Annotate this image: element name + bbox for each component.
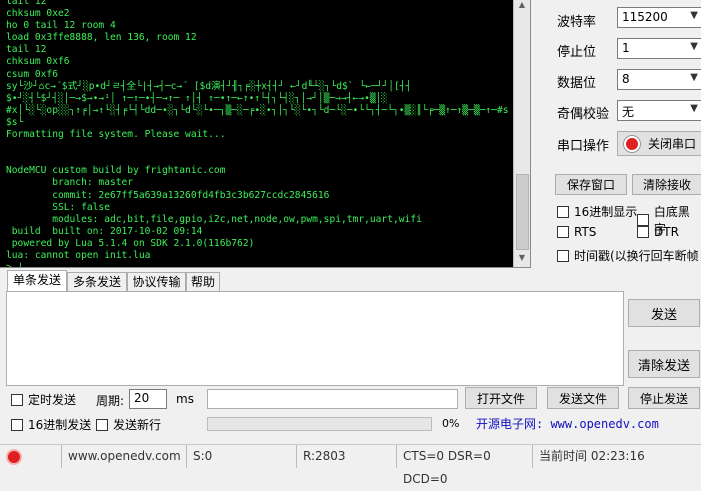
data-bits-select[interactable]: 8 ▼: [617, 69, 701, 90]
send-textarea[interactable]: [6, 291, 624, 386]
terminal-line: tail 12: [6, 0, 47, 7]
save-window-button[interactable]: 保存窗口: [555, 174, 627, 195]
terminal-line: lua: cannot open init.lua: [6, 249, 151, 261]
parity-select[interactable]: 无 ▼: [617, 100, 701, 121]
terminal-output: tail 12 chksum 0xe2 ho 0 tail 12 room 4 loa…: [6, 0, 512, 268]
clear-send-button[interactable]: 清除发送: [628, 350, 700, 378]
stop-bits-label: 停止位: [557, 45, 597, 60]
status-website[interactable]: www.openedv.com: [62, 445, 187, 468]
terminal-line: NodeMCU custom build by frightanic.com: [6, 165, 226, 177]
timed-send-label: 定时发送: [28, 393, 77, 407]
terminal-line: tail 12: [6, 44, 47, 56]
clear-receive-button[interactable]: 清除接收: [632, 174, 701, 195]
chevron-down-icon: ▼: [690, 10, 698, 21]
checkbox-box[interactable]: [11, 393, 23, 406]
terminal-line: $s└: [6, 116, 24, 128]
dtr-label: DTR: [654, 225, 679, 239]
status-received-count: R:2803: [297, 445, 397, 468]
receive-terminal[interactable]: tail 12 chksum 0xe2 ho 0 tail 12 room 4 loa…: [0, 0, 531, 268]
rts-checkbox[interactable]: RTS: [557, 225, 596, 239]
terminal-line: powered by Lua 5.1.4 on SDK 2.1.0(116b76…: [6, 237, 255, 249]
port-operation-label: 串口操作: [557, 139, 610, 154]
chevron-down-icon: ▼: [690, 72, 698, 83]
terminal-line: sy└沙┘⌂c→´$式┘░p∙d┘ㄹ┤全└|┤→┤─c→´ [$d演┤┘╢┐╒░…: [6, 80, 412, 92]
terminal-line: SSL: false: [6, 201, 110, 213]
terminal-line: ho 0 tail 12 room 4: [6, 20, 116, 32]
hex-send-checkbox[interactable]: 16进制发送: [11, 416, 91, 433]
checkbox-box[interactable]: [557, 249, 569, 262]
close-port-button[interactable]: 关闭串口: [617, 131, 701, 156]
open-file-button[interactable]: 打开文件: [465, 387, 537, 409]
terminal-line: build built on: 2017-10-02 09:14: [6, 225, 203, 237]
parity-label: 奇偶校验: [557, 107, 610, 122]
data-bits-value: 8: [622, 72, 630, 86]
dtr-checkbox[interactable]: DTR: [637, 225, 679, 239]
send-button[interactable]: 发送: [628, 299, 700, 327]
period-unit: ms: [176, 392, 194, 406]
baud-value: 115200: [622, 10, 668, 24]
scrollbar-thumb[interactable]: [516, 174, 529, 250]
baud-select[interactable]: 115200 ▼: [617, 7, 701, 28]
send-file-button[interactable]: 发送文件: [547, 387, 619, 409]
terminal-line: chksum 0xe2: [6, 8, 70, 20]
status-bar: www.openedv.com S:0 R:2803 CTS=0 DSR=0 D…: [0, 444, 701, 486]
hex-display-label: 16进制显示: [574, 205, 638, 219]
terminal-line: > |: [6, 262, 24, 268]
checkbox-box[interactable]: [557, 205, 569, 218]
terminal-line: commit: 2e67ff5a639a13260fd4fb3c3b627ccd…: [6, 189, 330, 201]
terminal-line: load 0x3ffe8888, len 136, room 12: [6, 32, 197, 44]
status-icon-cell: [0, 445, 62, 468]
terminal-line: Formatting file system. Please wait...: [6, 129, 226, 141]
baud-label: 波特率: [557, 15, 597, 30]
scroll-up-icon[interactable]: ▲: [514, 0, 530, 14]
progress-percent: 0%: [442, 417, 460, 430]
tab-multi-send[interactable]: 多条发送: [67, 272, 127, 291]
checkbox-box[interactable]: [11, 418, 23, 431]
power-icon[interactable]: [6, 449, 22, 465]
period-input[interactable]: 20: [129, 389, 167, 409]
send-progress-bar: [207, 417, 432, 431]
terminal-line: chksum 0xf6: [6, 56, 70, 68]
terminal-line: csum 0xf6: [6, 68, 58, 80]
terminal-line: $∙┘░┤└$┘┤░│─→$→∙→¹│ ↑─↑─∙┤─→↑─ ↑│┤ ↑─∙↑─…: [6, 92, 388, 104]
stop-send-button[interactable]: 停止发送: [628, 387, 700, 409]
tab-single-send[interactable]: 单条发送: [7, 270, 67, 291]
parity-value: 无: [622, 105, 635, 119]
tab-help[interactable]: 帮助: [186, 272, 220, 291]
chevron-down-icon: ▼: [690, 103, 698, 114]
chevron-down-icon: ▼: [690, 41, 698, 52]
checkbox-box[interactable]: [557, 226, 569, 238]
record-indicator-icon: [624, 135, 640, 152]
tab-protocol[interactable]: 协议传输: [127, 272, 186, 291]
terminal-line: #x│└░└░op░░┐↑╒│→↑└░┤╒└┤└dd─∙░┐└d└░└∙─┐▒─…: [6, 104, 509, 116]
send-newline-label: 发送新行: [113, 418, 162, 432]
data-bits-label: 数据位: [557, 76, 597, 91]
period-label: 周期:: [96, 394, 125, 408]
file-path-field[interactable]: [207, 389, 458, 409]
terminal-line: modules: adc,bit,file,gpio,i2c,net,node,…: [6, 213, 422, 225]
stop-bits-value: 1: [622, 41, 630, 55]
status-current-time: 当前时间 02:23:16: [539, 449, 645, 463]
stop-bits-select[interactable]: 1 ▼: [617, 38, 701, 59]
checkbox-box[interactable]: [637, 226, 649, 238]
close-port-label: 关闭串口: [648, 137, 697, 151]
hex-display-checkbox[interactable]: 16进制显示: [557, 203, 637, 220]
rts-label: RTS: [574, 225, 597, 239]
status-modem-lines: CTS=0 DSR=0 DCD=0: [397, 445, 533, 486]
checkbox-box[interactable]: [96, 418, 108, 431]
terminal-scrollbar[interactable]: ▲ ▼: [513, 0, 530, 267]
terminal-line: branch: master: [6, 177, 134, 189]
status-sent-count: S:0: [187, 445, 297, 468]
timestamp-checkbox[interactable]: 时间戳(以换行回车断帧: [557, 247, 699, 264]
scroll-down-icon[interactable]: ▼: [514, 253, 530, 267]
timed-send-checkbox[interactable]: 定时发送: [11, 391, 76, 408]
timestamp-label: 时间戳(以换行回车断帧: [574, 249, 699, 263]
send-newline-checkbox[interactable]: 发送新行: [96, 416, 161, 433]
website-banner[interactable]: 开源电子网: www.openedv.com: [476, 415, 659, 432]
hex-send-label: 16进制发送: [28, 418, 92, 432]
